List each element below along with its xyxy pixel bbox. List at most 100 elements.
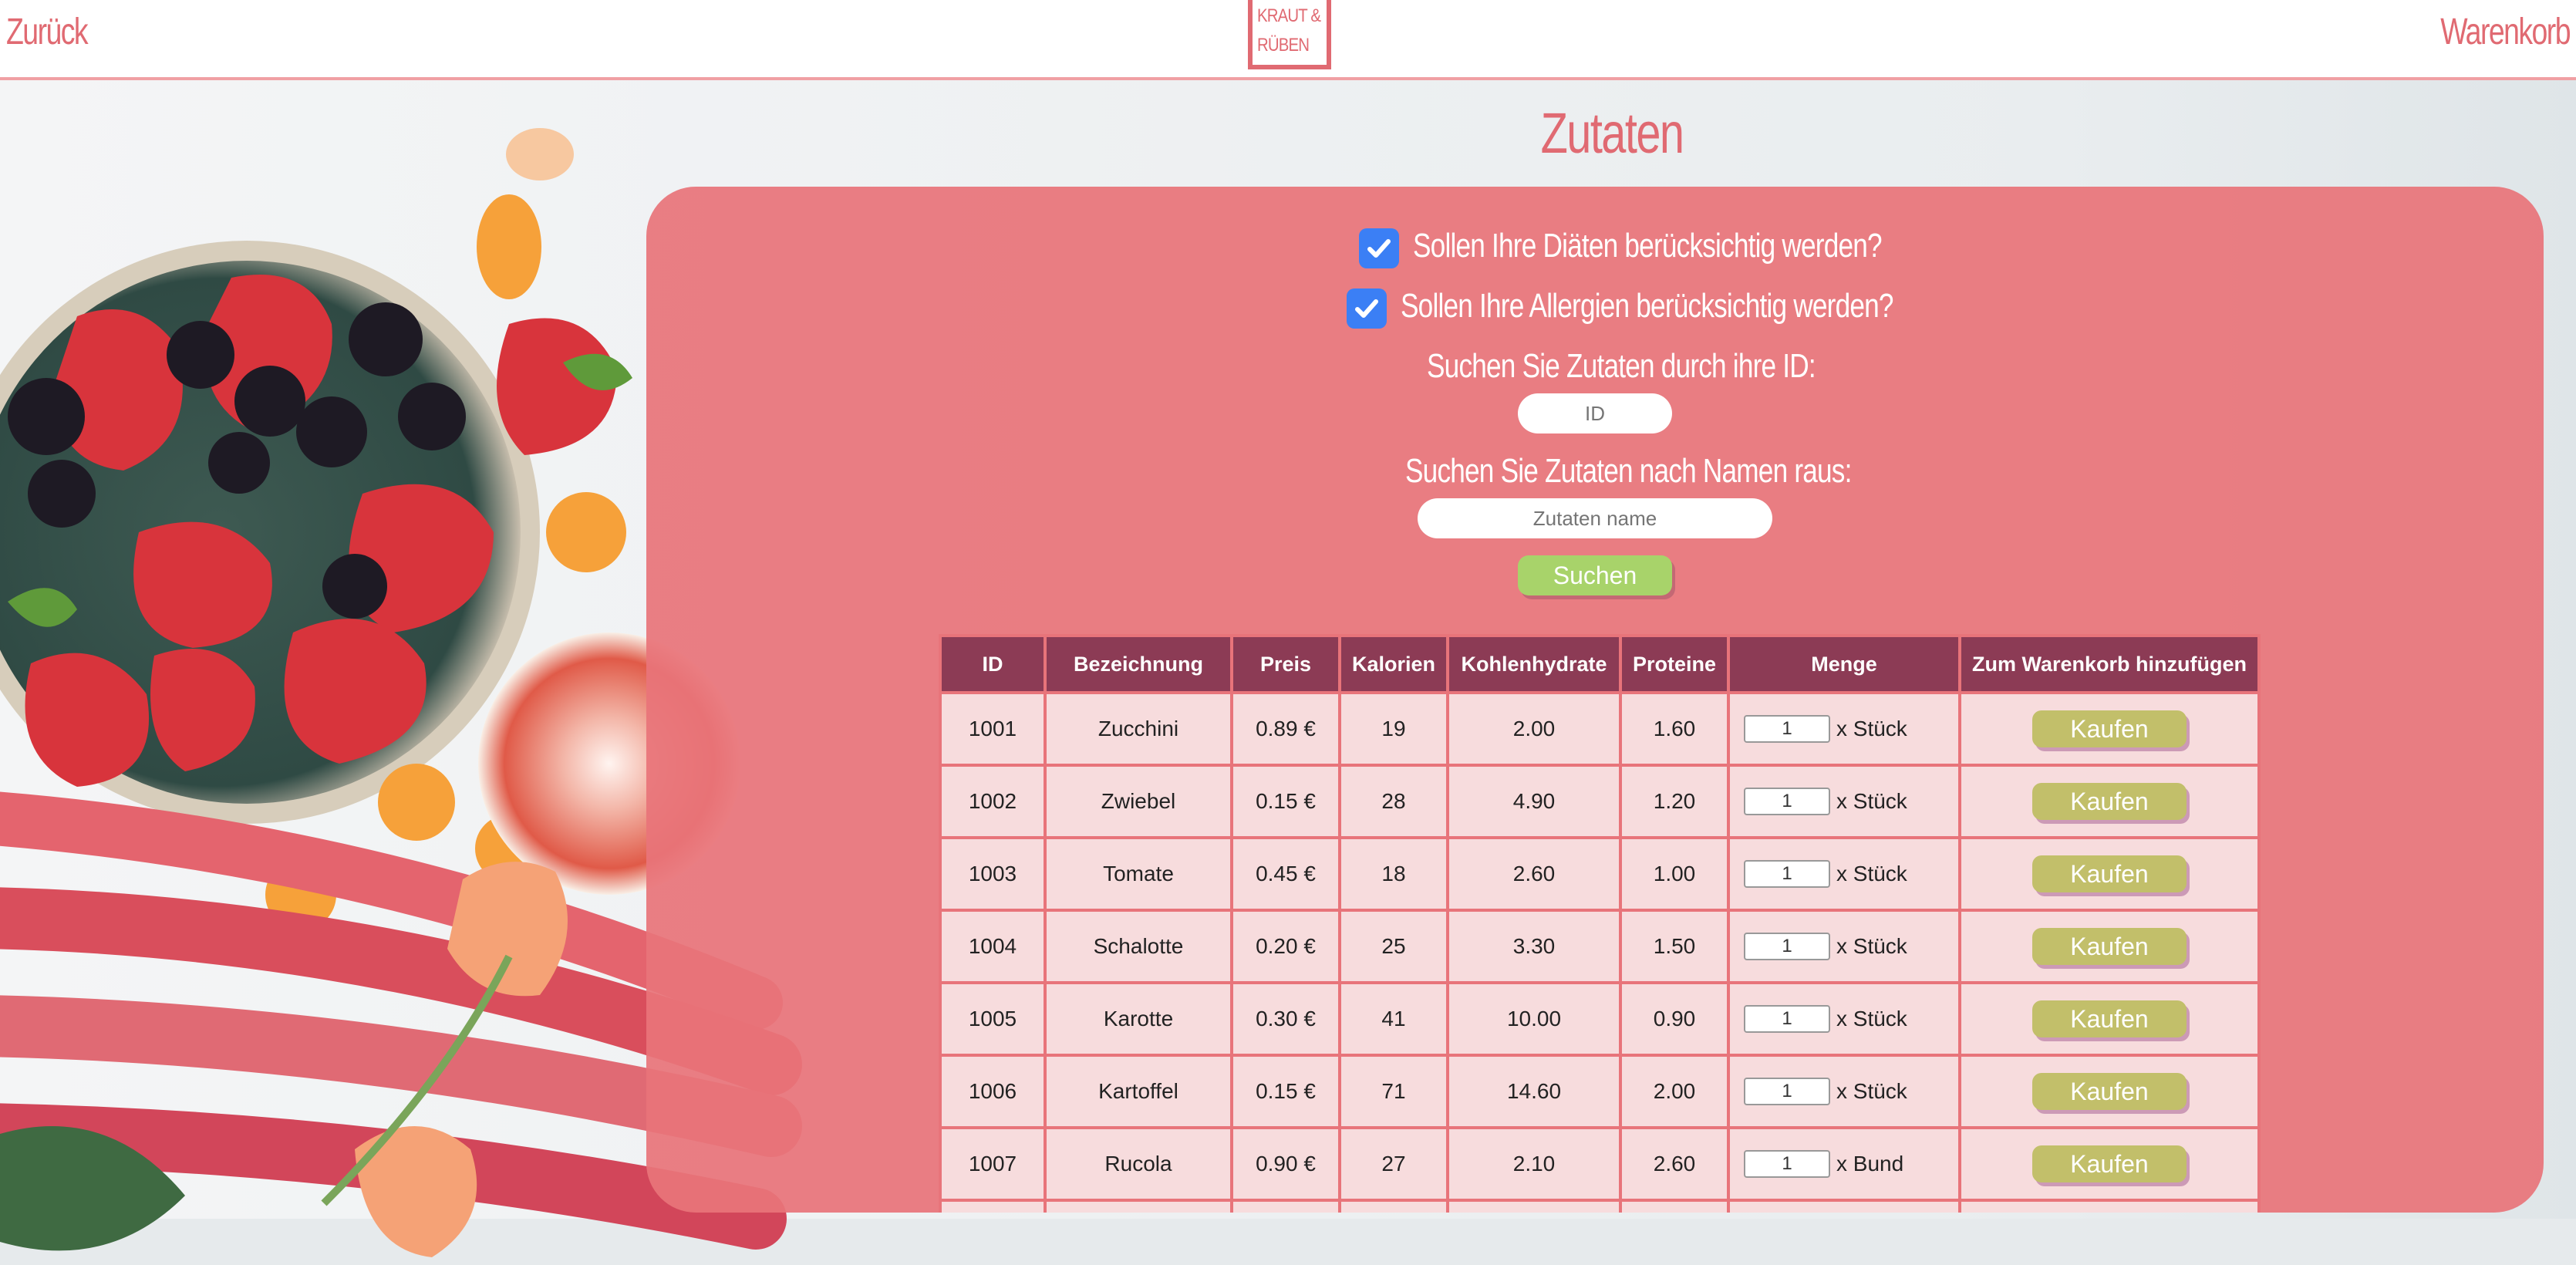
- cell-empty: [1446, 1199, 1622, 1213]
- cell-quantity: x Stück: [1727, 909, 1961, 984]
- checkmark-icon: [1367, 239, 1391, 258]
- cell-protein: 1.20: [1619, 764, 1730, 839]
- quantity-input[interactable]: [1744, 1005, 1830, 1033]
- cell-id: 1007: [939, 1126, 1047, 1202]
- cell-price: 0.45 €: [1230, 836, 1341, 912]
- cell-name: Zucchini: [1044, 691, 1233, 767]
- unit-label: x Stück: [1836, 862, 1907, 886]
- checkmark-icon: [1355, 299, 1378, 318]
- column-header-quantity: Menge: [1727, 634, 1961, 694]
- cell-name: Karotte: [1044, 981, 1233, 1057]
- back-link[interactable]: Zurück: [6, 11, 89, 53]
- table-row: 1006 Kartoffel 0.15 € 71 14.60 2.00 x St…: [939, 1054, 2261, 1129]
- cell-quantity: x Bund: [1727, 1126, 1961, 1202]
- column-header-name: Bezeichnung: [1044, 634, 1233, 694]
- table-row: 1007 Rucola 0.90 € 27 2.10 2.60 x Bund K…: [939, 1126, 2261, 1202]
- buy-button[interactable]: Kaufen: [2032, 928, 2187, 965]
- logo-line-1: KRAUT &: [1257, 5, 1321, 26]
- cell-id: 1003: [939, 836, 1047, 912]
- quantity-input[interactable]: [1744, 1150, 1830, 1178]
- cell-id: 1002: [939, 764, 1047, 839]
- cell-price: 0.90 €: [1230, 1126, 1341, 1202]
- column-header-add-to-cart: Zum Warenkorb hinzufügen: [1958, 634, 2261, 694]
- quantity-input[interactable]: [1744, 860, 1830, 888]
- cell-carbs: 4.90: [1446, 764, 1622, 839]
- table-row: 1005 Karotte 0.30 € 41 10.00 0.90 x Stüc…: [939, 981, 2261, 1057]
- cell-buy: Kaufen: [1958, 836, 2261, 912]
- page-title: Zutaten: [1540, 101, 1684, 165]
- allergies-label: Sollen Ihre Allergien berücksichtig werd…: [1401, 287, 1894, 325]
- cell-calories: 27: [1338, 1126, 1449, 1202]
- cell-carbs: 10.00: [1446, 981, 1622, 1057]
- cell-empty: [939, 1199, 1047, 1213]
- id-search-label: Suchen Sie Zutaten durch ihre ID:: [1427, 347, 1816, 385]
- buy-button[interactable]: Kaufen: [2032, 1073, 2187, 1110]
- cell-calories: 25: [1338, 909, 1449, 984]
- column-header-calories: Kalorien: [1338, 634, 1449, 694]
- cell-protein: 1.00: [1619, 836, 1730, 912]
- cell-quantity: x Stück: [1727, 1054, 1961, 1129]
- diets-label: Sollen Ihre Diäten berücksichtig werden?: [1413, 227, 1883, 265]
- table-header-row: ID Bezeichnung Preis Kalorien Kohlenhydr…: [939, 634, 2261, 694]
- cell-calories: 28: [1338, 764, 1449, 839]
- unit-label: x Stück: [1836, 789, 1907, 813]
- cell-protein: 2.00: [1619, 1054, 1730, 1129]
- cell-id: 1004: [939, 909, 1047, 984]
- column-header-protein: Proteine: [1619, 634, 1730, 694]
- cell-calories: 18: [1338, 836, 1449, 912]
- table-row-partial: [939, 1199, 2261, 1213]
- cell-buy: Kaufen: [1958, 909, 2261, 984]
- cell-quantity: x Stück: [1727, 836, 1961, 912]
- cell-carbs: 2.10: [1446, 1126, 1622, 1202]
- unit-label: x Stück: [1836, 1007, 1907, 1031]
- cell-carbs: 2.60: [1446, 836, 1622, 912]
- cell-calories: 19: [1338, 691, 1449, 767]
- quantity-input[interactable]: [1744, 715, 1830, 743]
- buy-button[interactable]: Kaufen: [2032, 710, 2187, 747]
- cart-link[interactable]: Warenkorb: [2440, 11, 2571, 53]
- cell-protein: 2.60: [1619, 1126, 1730, 1202]
- cell-buy: Kaufen: [1958, 1126, 2261, 1202]
- ingredients-panel: Sollen Ihre Diäten berücksichtig werden?…: [646, 187, 2544, 1213]
- id-search-input[interactable]: [1518, 393, 1672, 433]
- cell-name: Schalotte: [1044, 909, 1233, 984]
- buy-button[interactable]: Kaufen: [2032, 855, 2187, 892]
- search-button[interactable]: Suchen: [1518, 555, 1672, 595]
- cell-id: 1006: [939, 1054, 1047, 1129]
- name-search-label: Suchen Sie Zutaten nach Namen raus:: [1405, 452, 1852, 490]
- cell-name: Kartoffel: [1044, 1054, 1233, 1129]
- allergies-checkbox[interactable]: [1347, 288, 1387, 329]
- column-header-carbs: Kohlenhydrate: [1446, 634, 1622, 694]
- buy-button[interactable]: Kaufen: [2032, 1000, 2187, 1037]
- unit-label: x Stück: [1836, 717, 1907, 740]
- name-search-input[interactable]: [1418, 498, 1772, 538]
- cell-carbs: 14.60: [1446, 1054, 1622, 1129]
- quantity-input[interactable]: [1744, 933, 1830, 960]
- quantity-input[interactable]: [1744, 788, 1830, 815]
- cell-empty: [1044, 1199, 1233, 1213]
- table-row: 1001 Zucchini 0.89 € 19 2.00 1.60 x Stüc…: [939, 691, 2261, 767]
- cell-buy: Kaufen: [1958, 691, 2261, 767]
- cell-empty: [1727, 1199, 1961, 1213]
- cell-buy: Kaufen: [1958, 981, 2261, 1057]
- brand-logo[interactable]: KRAUT & RÜBEN: [1248, 0, 1331, 69]
- cell-buy: Kaufen: [1958, 764, 2261, 839]
- cell-protein: 1.50: [1619, 909, 1730, 984]
- buy-button[interactable]: Kaufen: [2032, 1145, 2187, 1182]
- cell-empty: [1619, 1199, 1730, 1213]
- cell-price: 0.30 €: [1230, 981, 1341, 1057]
- cell-protein: 1.60: [1619, 691, 1730, 767]
- cell-carbs: 3.30: [1446, 909, 1622, 984]
- quantity-input[interactable]: [1744, 1078, 1830, 1105]
- unit-label: x Stück: [1836, 1079, 1907, 1103]
- column-header-price: Preis: [1230, 634, 1341, 694]
- diets-checkbox[interactable]: [1359, 228, 1399, 268]
- buy-button[interactable]: Kaufen: [2032, 783, 2187, 820]
- table-row: 1002 Zwiebel 0.15 € 28 4.90 1.20 x Stück…: [939, 764, 2261, 839]
- cell-empty: [1958, 1199, 2261, 1213]
- cell-empty: [1230, 1199, 1341, 1213]
- cell-quantity: x Stück: [1727, 981, 1961, 1057]
- cell-quantity: x Stück: [1727, 764, 1961, 839]
- cell-id: 1005: [939, 981, 1047, 1057]
- cell-calories: 71: [1338, 1054, 1449, 1129]
